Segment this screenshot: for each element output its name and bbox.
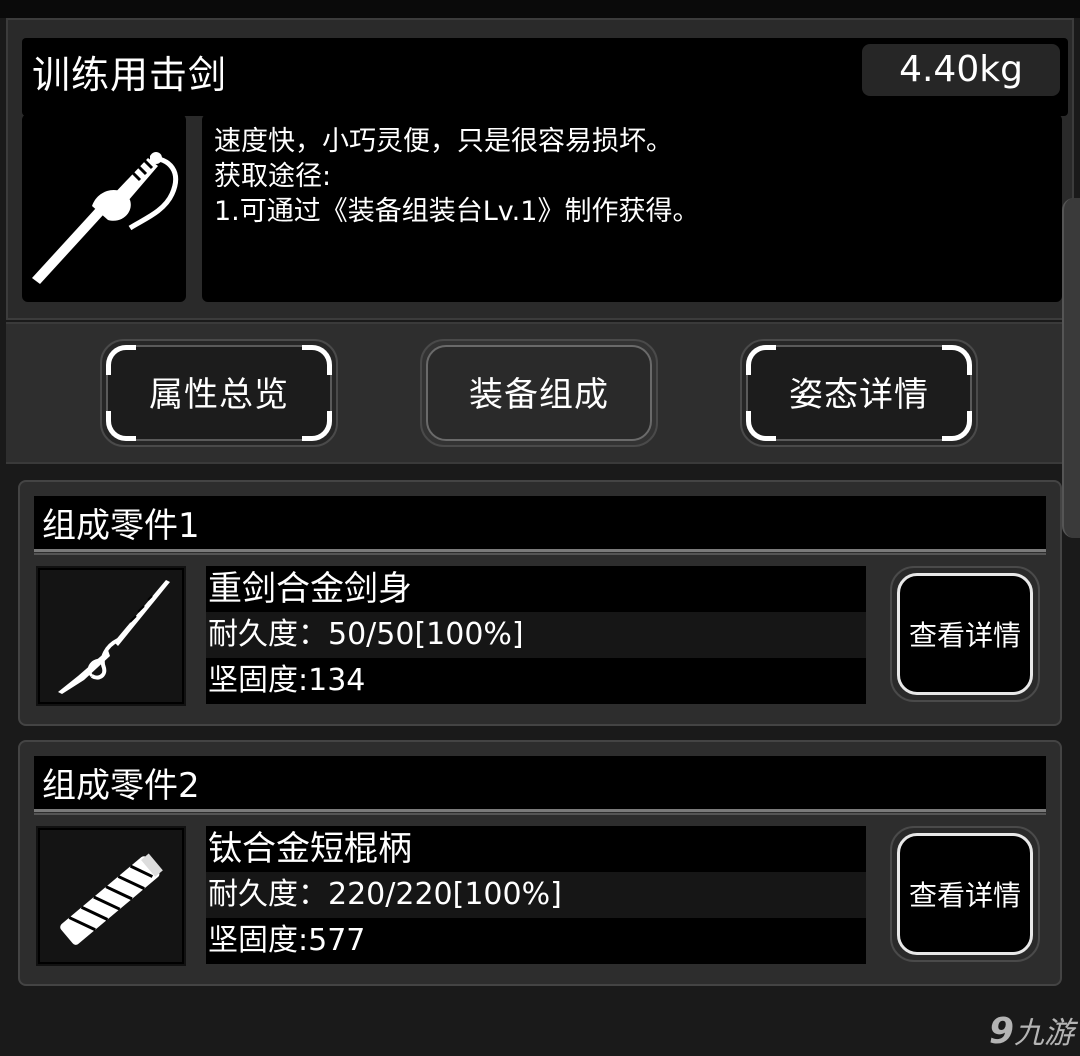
item-description: 速度快，小巧灵便，只是很容易损坏。 获取途径: 1.可通过《装备组装台Lv.1》… [202, 114, 1062, 302]
part-toughness: 坚固度:134 [206, 658, 866, 704]
watermark-mark: 9 [988, 1011, 1014, 1052]
part-toughness: 坚固度:577 [206, 918, 866, 964]
tab-label: 姿态详情 [746, 345, 972, 441]
tab-label: 属性总览 [106, 345, 332, 441]
tab-equipment-composition[interactable]: 装备组成 [420, 339, 658, 447]
item-title-bar: 训练用击剑 4.40kg [22, 38, 1068, 116]
tab-stance-details[interactable]: 姿态详情 [740, 339, 978, 447]
part-icon-box [36, 566, 186, 706]
part-info: 重剑合金剑身 耐久度：50/50[100%] 坚固度:134 [206, 566, 866, 704]
part-header: 组成零件2 [34, 756, 1046, 815]
part-header: 组成零件1 [34, 496, 1046, 555]
sword-blade-icon [58, 580, 170, 694]
item-header-panel: 训练用击剑 4.40kg 速度快，小巧灵便，只是很容易损坏。 获取途径: 1.可… [6, 18, 1074, 320]
part-durability: 耐久度：220/220[100%] [206, 872, 866, 918]
part-name: 钛合金短棍柄 [206, 826, 866, 872]
part-durability: 耐久度：50/50[100%] [206, 612, 866, 658]
tab-bar: 属性总览 装备组成 姿态详情 [6, 322, 1074, 464]
short-handle-icon [60, 853, 163, 945]
view-details-button[interactable]: 查看详情 [890, 826, 1040, 962]
description-line: 速度快，小巧灵便，只是很容易损坏。 [214, 126, 673, 157]
button-label: 查看详情 [897, 573, 1033, 695]
part-card: 组成零件2 钛合金短棍柄 耐久度：220/220[100%] 坚固度:577 查… [18, 740, 1062, 986]
button-label: 查看详情 [897, 833, 1033, 955]
fencing-sabre-icon [32, 152, 179, 284]
view-details-button[interactable]: 查看详情 [890, 566, 1040, 702]
tab-attribute-overview[interactable]: 属性总览 [100, 339, 338, 447]
item-icon-box [22, 114, 186, 302]
part-card: 组成零件1 重剑合金剑身 耐久度：50/50[100%] 坚固度:134 查看详… [18, 480, 1062, 726]
part-info: 钛合金短棍柄 耐久度：220/220[100%] 坚固度:577 [206, 826, 866, 964]
description-line: 获取途径: [214, 161, 332, 192]
watermark-logo: 9九游 [989, 1008, 1074, 1052]
side-drawer-handle[interactable] [1062, 198, 1080, 538]
status-bar [0, 0, 1080, 18]
part-icon-box [36, 826, 186, 966]
tab-label: 装备组成 [426, 345, 652, 441]
description-line: 1.可通过《装备组装台Lv.1》制作获得。 [214, 196, 700, 227]
watermark-text: 九游 [1014, 1016, 1074, 1051]
item-weight: 4.40kg [862, 44, 1060, 96]
item-title: 训练用击剑 [32, 53, 228, 97]
part-name: 重剑合金剑身 [206, 566, 866, 612]
